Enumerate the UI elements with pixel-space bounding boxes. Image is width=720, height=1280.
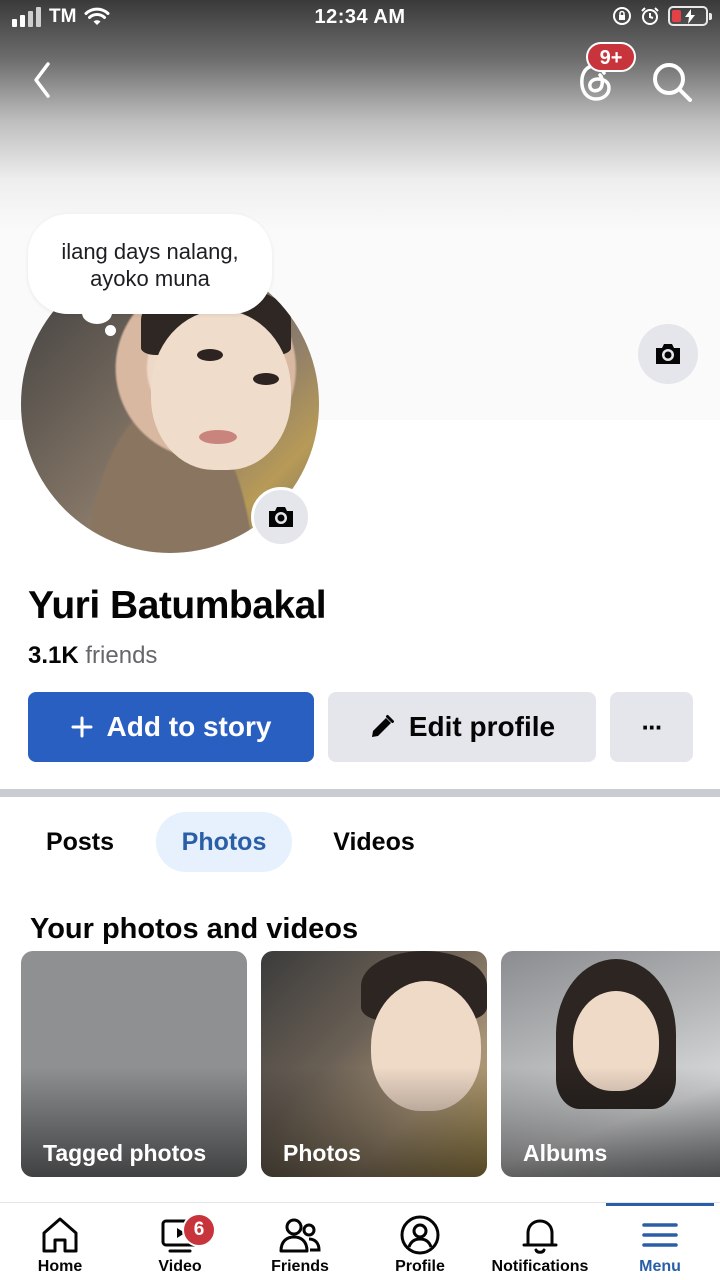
nav-profile[interactable]: Profile [355, 1203, 485, 1280]
friends-count-value: 3.1K [28, 642, 79, 669]
section-title: Your photos and videos [30, 913, 359, 945]
thought-bubble-dot [105, 325, 116, 336]
home-icon [42, 1217, 78, 1253]
thought-text: ilang days nalang, ayoko muna [61, 239, 239, 291]
camera-icon [269, 507, 293, 527]
nav-friends[interactable]: Friends [235, 1203, 365, 1280]
tab-posts[interactable]: Posts [24, 812, 136, 872]
thought-bubble[interactable]: ilang days nalang, ayoko muna [28, 214, 272, 314]
status-bar: TM 12:34 AM [0, 0, 720, 36]
orientation-lock-icon [613, 7, 631, 25]
avatar-lips [199, 430, 237, 444]
card-label: Albums [523, 1140, 608, 1166]
tab-photos[interactable]: Photos [156, 812, 292, 872]
avatar-face [151, 310, 291, 470]
nav-video[interactable]: Video [115, 1203, 245, 1280]
photo-face [573, 991, 659, 1091]
friends-icon [279, 1218, 321, 1253]
status-right [612, 6, 712, 26]
change-profile-picture-button[interactable] [251, 487, 311, 547]
add-to-story-label: Add to story [106, 711, 272, 742]
chevron-left-icon [34, 62, 50, 98]
add-to-story-button[interactable]: Add to story [28, 692, 314, 762]
nav-menu-label: Menu [639, 1258, 681, 1275]
albums-card[interactable]: Albums [501, 951, 720, 1177]
photos-card[interactable]: Photos [261, 951, 487, 1177]
nav-home[interactable]: Home [0, 1203, 125, 1280]
bottom-navigation: Home Video Friends Profile Notifications… [0, 1202, 720, 1280]
notification-badge: 9+ [586, 42, 636, 72]
battery-icon [668, 6, 712, 26]
friends-count[interactable]: 3.1K friends [28, 642, 157, 670]
nav-home-label: Home [37, 1258, 83, 1275]
friends-count-label: friends [85, 642, 158, 669]
pencil-icon [371, 715, 394, 737]
edit-profile-label: Edit profile [408, 711, 556, 742]
camera-icon [656, 344, 680, 364]
section-divider [0, 789, 720, 797]
tab-videos[interactable]: Videos [312, 812, 436, 872]
nav-video-label: Video [158, 1258, 202, 1275]
card-label: Photos [283, 1140, 361, 1166]
more-options-label: ··· [641, 711, 664, 742]
nav-menu[interactable]: Menu [595, 1203, 720, 1280]
menu-icon [642, 1223, 678, 1247]
card-label: Tagged photos [43, 1140, 207, 1166]
alarm-icon [641, 7, 659, 25]
nav-notifications-label: Notifications [491, 1258, 589, 1275]
plus-icon [71, 716, 93, 738]
avatar-eye [253, 373, 279, 385]
search-button[interactable] [648, 58, 696, 106]
change-cover-photo-button[interactable] [638, 324, 698, 384]
tagged-photos-card[interactable]: Tagged photos [21, 951, 247, 1177]
nav-notifications[interactable]: Notifications [475, 1203, 605, 1280]
thought-bubble-dot [82, 302, 112, 324]
profile-icon [400, 1215, 440, 1255]
search-icon [653, 63, 692, 102]
back-button[interactable] [26, 58, 60, 102]
more-options-button[interactable]: ··· [610, 692, 693, 762]
video-badge: 6 [182, 1213, 216, 1247]
edit-profile-button[interactable]: Edit profile [328, 692, 596, 762]
nav-friends-label: Friends [271, 1258, 329, 1275]
profile-name: Yuri Batumbakal [28, 584, 327, 627]
bell-icon [522, 1219, 558, 1254]
avatar-eye [197, 349, 223, 361]
photo-face [371, 981, 481, 1111]
nav-profile-label: Profile [395, 1258, 445, 1275]
